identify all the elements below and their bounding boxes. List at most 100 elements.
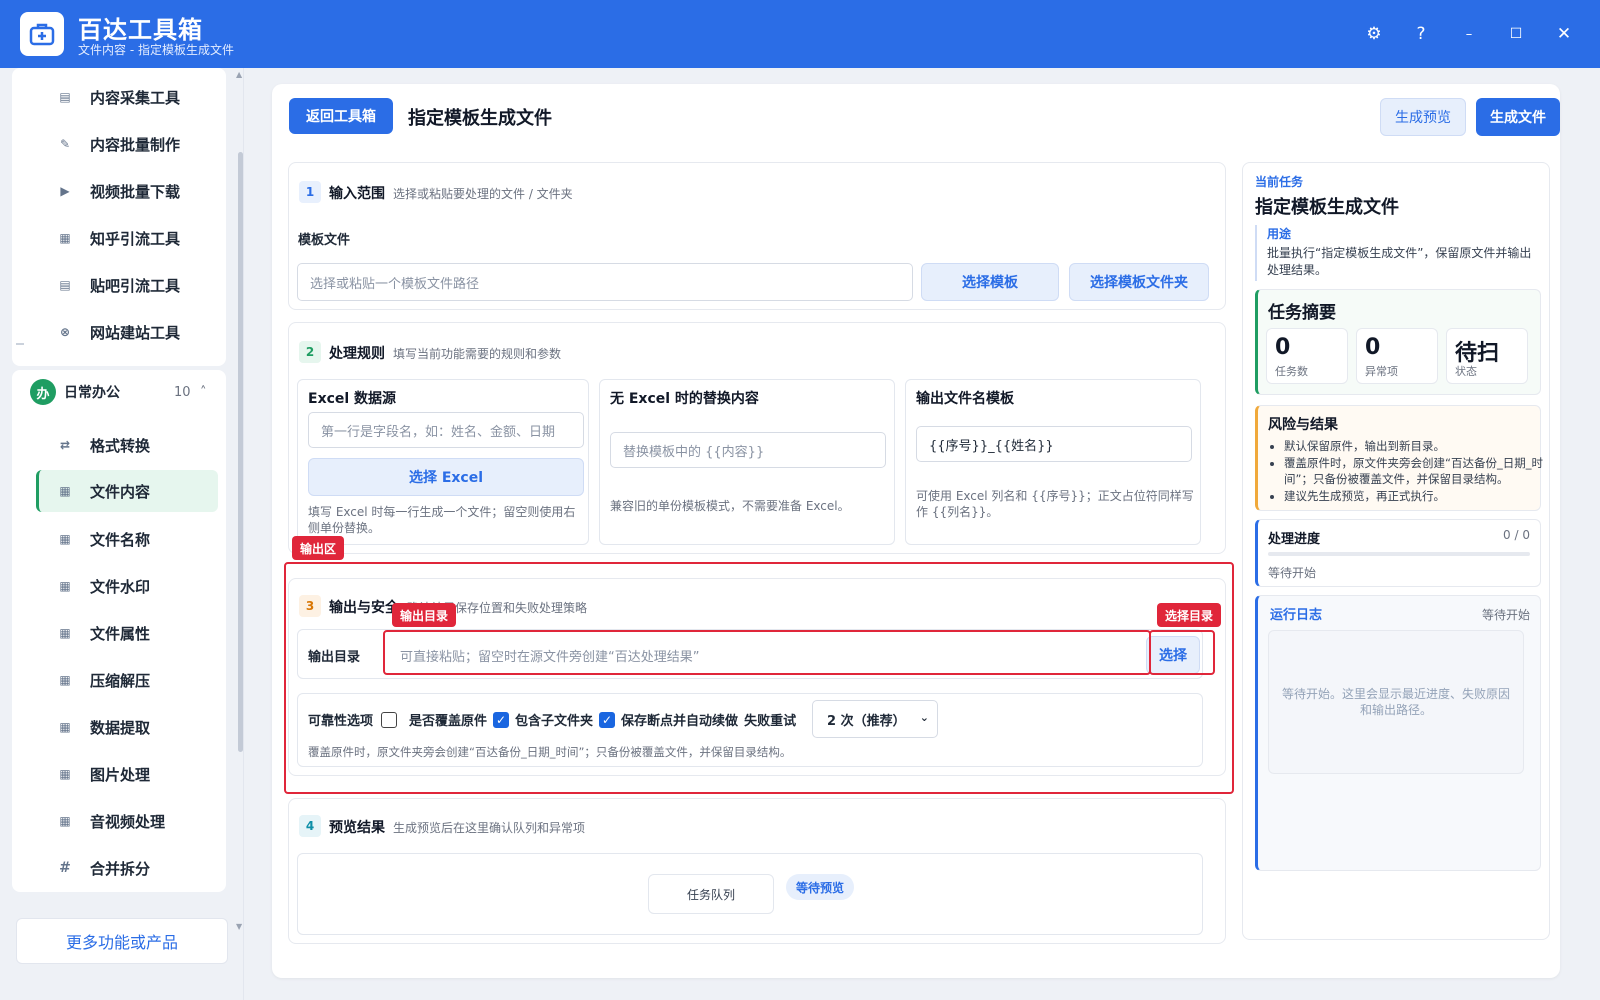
app-title: 百达工具箱 <box>78 16 203 44</box>
select-template-folder-button[interactable]: 选择模板文件夹 <box>1069 263 1209 301</box>
group-name: 日常办公 <box>64 385 120 401</box>
sidebar-item-image[interactable]: ▦ 图片处理 <box>24 753 204 795</box>
log-title: 运行日志 <box>1270 608 1323 623</box>
sidebar-item-file-watermark[interactable]: ▦ 文件水印 <box>24 565 204 607</box>
sidebar-item-data-extract[interactable]: ▦ 数据提取 <box>24 706 204 748</box>
sidebar-item-label: 文件水印 <box>90 577 151 596</box>
maximize-icon[interactable]: ☐ <box>1504 22 1528 46</box>
section-description: 生成预览后在这里确认队列和异常项 <box>393 821 586 835</box>
minimize-icon[interactable]: – <box>1457 22 1481 46</box>
grid-icon: ▦ <box>59 532 71 546</box>
output-dir-tag: 输出目录 <box>392 603 457 627</box>
document-icon: ▤ <box>59 278 71 292</box>
task-summary-card: 任务摘要 0 任务数 0 异常项 待扫 状态 <box>1255 289 1541 395</box>
sidebar-item-label: 音视频处理 <box>90 812 166 831</box>
sidebar-item-label: 内容采集工具 <box>90 88 181 107</box>
grid-icon: ▦ <box>59 626 71 640</box>
sidebar-item-label: 视频批量下载 <box>90 182 181 201</box>
step-number: 2 <box>299 341 321 363</box>
sidebar-item-compress[interactable]: ▦ 压缩解压 <box>24 659 204 701</box>
select-excel-button[interactable]: 选择 Excel <box>308 458 584 496</box>
close-icon[interactable]: ✕ <box>1552 22 1576 46</box>
task-title: 指定模板生成文件 <box>1255 197 1399 218</box>
task-queue-tab[interactable]: 任务队列 <box>648 874 774 914</box>
sidebar-scrollbar[interactable] <box>238 152 243 752</box>
sidebar-item-media[interactable]: ▦ 音视频处理 <box>24 800 204 842</box>
card-title: 无 Excel 时的替换内容 <box>610 391 759 407</box>
step-preview-results: 4 预览结果 生成预览后在这里确认队列和异常项 任务队列 等待预览 <box>288 798 1226 944</box>
sidebar-item-label: 数据提取 <box>90 718 151 737</box>
risk-results-card: 风险与结果 默认保留原件，输出到新目录。 覆盖原件时，原文件夹旁会创建“百达备份… <box>1255 405 1543 511</box>
sidebar-item-file-content[interactable]: ▦ 文件内容 <box>36 470 218 512</box>
sidebar-item-video-download[interactable]: ▶ 视频批量下载 <box>24 170 204 212</box>
chevron-up-icon[interactable]: ˄ <box>200 385 207 400</box>
sidebar-item-tieba[interactable]: ▤ 贴吧引流工具 <box>24 264 204 306</box>
stat-label: 异常项 <box>1365 365 1398 378</box>
filename-template-input[interactable]: {{序号}}_{{姓名}} <box>916 426 1192 462</box>
step-number: 1 <box>299 181 321 203</box>
preview-area: 任务队列 等待预览 <box>297 853 1203 935</box>
risk-list: 默认保留原件，输出到新目录。 覆盖原件时，原文件夹旁会创建“百达备份_日期_时间… <box>1284 438 1554 505</box>
hash-icon: # <box>59 860 71 876</box>
pencil-icon: ✎ <box>59 137 71 151</box>
stat-value: 0 <box>1275 335 1291 360</box>
filename-template-card: 输出文件名模板 {{序号}}_{{姓名}} 可使用 Excel 列名和 {{序号… <box>905 379 1201 545</box>
stat-status: 待扫 状态 <box>1446 328 1528 384</box>
sidebar-item-file-name[interactable]: ▦ 文件名称 <box>24 518 204 560</box>
sidebar-group-header[interactable]: 办 日常办公 10 ˄ <box>30 376 220 408</box>
grid-icon: ▦ <box>59 673 71 687</box>
stat-label: 任务数 <box>1275 365 1308 378</box>
generate-preview-button[interactable]: 生成预览 <box>1380 98 1466 136</box>
generate-file-button[interactable]: 生成文件 <box>1476 98 1560 136</box>
sidebar-item-content-collect[interactable]: ▤ 内容采集工具 <box>24 76 204 118</box>
grid-icon: ▦ <box>59 720 71 734</box>
select-template-button[interactable]: 选择模板 <box>921 263 1059 301</box>
grid-icon: ▦ <box>59 484 71 498</box>
group-count: 10 <box>174 384 191 400</box>
app-subtitle: 文件内容 - 指定模板生成文件 <box>78 43 234 57</box>
settings-icon[interactable]: ⚙ <box>1362 22 1386 46</box>
section-title: 预览结果 <box>329 820 385 836</box>
card-title: 输出文件名模板 <box>916 391 1014 407</box>
sidebar-item-content-batch[interactable]: ✎ 内容批量制作 <box>24 123 204 165</box>
template-path-input[interactable]: 选择或粘贴一个模板文件路径 <box>297 263 913 301</box>
section-title: 输入范围 <box>329 186 385 202</box>
sidebar: ▤ 内容采集工具 ✎ 内容批量制作 ▶ 视频批量下载 ▦ 知乎引流工具 ▤ 贴吧… <box>0 68 244 1000</box>
stat-task-count: 0 任务数 <box>1266 328 1348 384</box>
sidebar-item-merge-split[interactable]: # 合并拆分 <box>24 847 204 889</box>
summary-title: 任务摘要 <box>1268 303 1336 323</box>
sidebar-item-zhihu[interactable]: ▦ 知乎引流工具 <box>24 217 204 259</box>
video-icon: ▶ <box>60 184 70 198</box>
section-description: 选择或粘贴要处理的文件 / 文件夹 <box>393 187 573 201</box>
no-excel-card: 无 Excel 时的替换内容 替换模板中的 {{内容}} 兼容旧的单份模板模式，… <box>599 379 895 545</box>
log-status: 等待开始 <box>1481 608 1530 622</box>
scroll-up-icon[interactable]: ▲ <box>236 70 242 79</box>
output-dir-highlight <box>383 630 1151 675</box>
sidebar-item-label: 知乎引流工具 <box>90 229 181 248</box>
template-file-label: 模板文件 <box>298 233 351 248</box>
help-icon[interactable]: ? <box>1409 22 1433 46</box>
toolbox-logo-icon <box>20 12 64 56</box>
progress-status: 等待开始 <box>1268 566 1317 580</box>
globe-icon: ⊗ <box>59 325 71 339</box>
page-title: 指定模板生成文件 <box>408 108 552 129</box>
stat-exception-count: 0 异常项 <box>1356 328 1438 384</box>
main-panel: 返回工具箱 指定模板生成文件 生成预览 生成文件 1 输入范围 选择或粘贴要处理… <box>272 84 1560 978</box>
back-to-toolbox-button[interactable]: 返回工具箱 <box>289 98 393 134</box>
run-log-card: 运行日志 等待开始 等待开始。这里会显示最近进度、失败原因和输出路径。 <box>1255 595 1541 871</box>
sidebar-item-label: 文件名称 <box>90 530 151 549</box>
excel-source-card: Excel 数据源 第一行是字段名，如：姓名、金额、日期 选择 Excel 填写… <box>297 379 589 545</box>
sidebar-item-format-convert[interactable]: ⇄ 格式转换 <box>24 424 204 466</box>
more-products-button[interactable]: 更多功能或产品 <box>16 918 228 964</box>
title-bar: 百达工具箱 文件内容 - 指定模板生成文件 ⚙ ? – ☐ ✕ <box>0 0 1600 68</box>
section-title: 处理规则 <box>329 346 385 362</box>
progress-title: 处理进度 <box>1268 532 1321 547</box>
excel-field-input[interactable]: 第一行是字段名，如：姓名、金额、日期 <box>308 412 584 448</box>
scroll-down-icon[interactable]: ▼ <box>236 922 242 931</box>
sidebar-item-website[interactable]: ⊗ 网站建站工具 <box>24 311 204 353</box>
sidebar-item-label: 内容批量制作 <box>90 135 181 154</box>
replace-content-input[interactable]: 替换模板中的 {{内容}} <box>610 432 886 468</box>
sidebar-item-file-attributes[interactable]: ▦ 文件属性 <box>24 612 204 654</box>
usage-block: 用途 批量执行“指定模板生成文件”，保留原文件并输出处理结果。 <box>1255 225 1539 281</box>
risk-title: 风险与结果 <box>1268 417 1338 433</box>
